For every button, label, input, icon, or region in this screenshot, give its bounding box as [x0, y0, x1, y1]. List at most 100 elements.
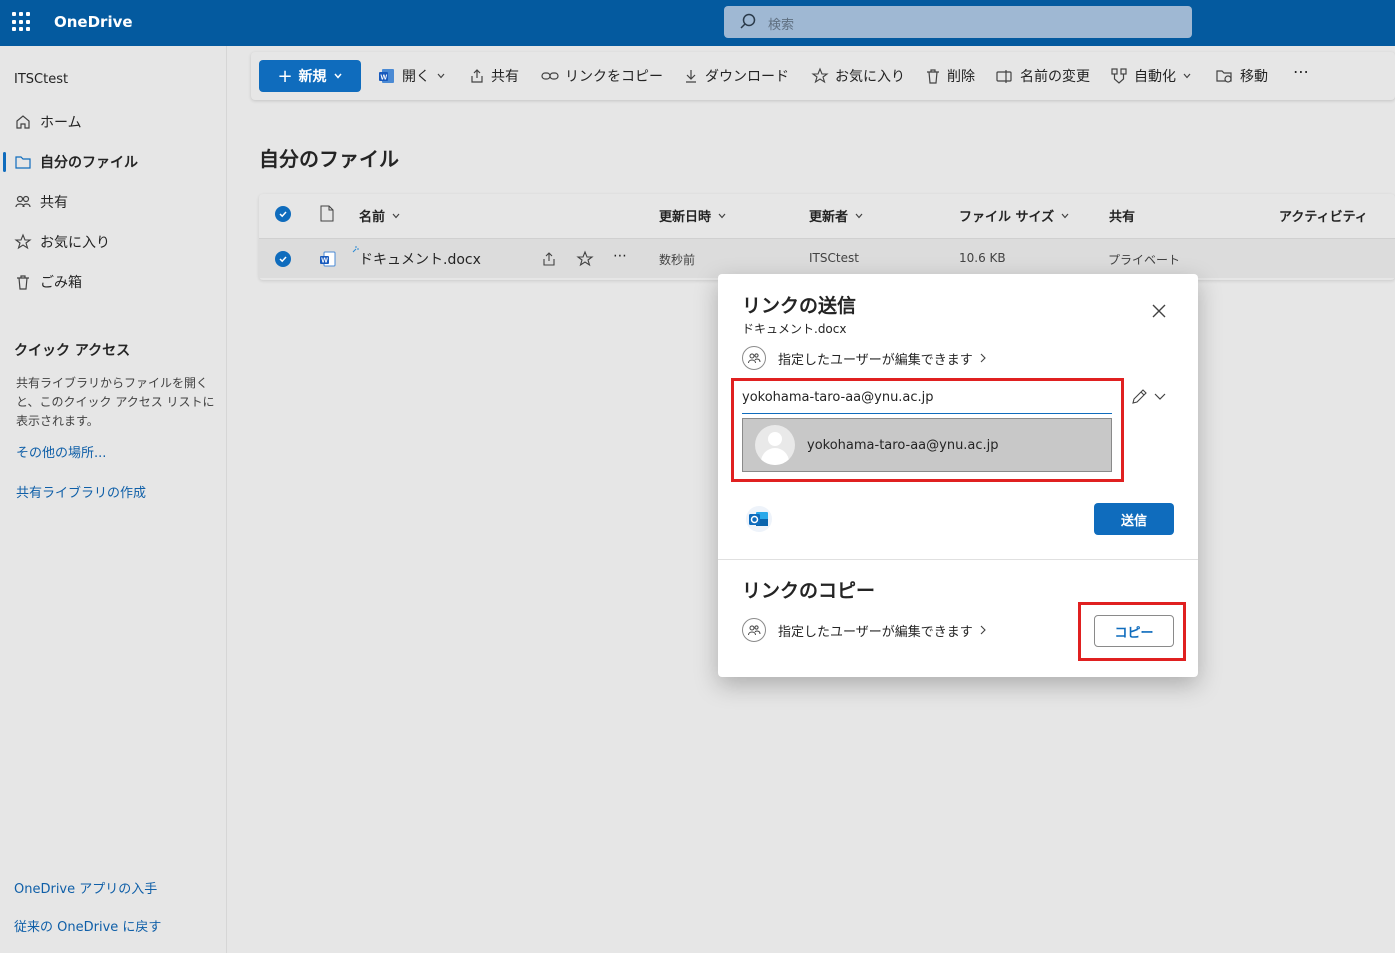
cell-sharing: プライベート — [1108, 253, 1181, 267]
share-button[interactable]: 共有 — [469, 66, 519, 86]
recipient-suggestion[interactable]: yokohama-taro-aa@ynu.ac.jp — [742, 418, 1112, 472]
column-header-sharing[interactable]: 共有 — [1109, 206, 1135, 225]
people-icon — [14, 193, 32, 211]
send-button[interactable]: 送信 — [1094, 503, 1174, 535]
chevron-down-icon — [717, 211, 727, 221]
rename-label: 名前の変更 — [1020, 69, 1090, 85]
command-bar: + 新規 W 開く 共有 リンクをコピー ダウンロード お気に入り 削除 名前の… — [251, 52, 1395, 100]
quick-access-title: クイック アクセス — [14, 343, 131, 359]
file-type-icon — [320, 205, 334, 226]
link-settings-button[interactable]: 指定したユーザーが編集できます — [742, 346, 987, 370]
nav-item-home[interactable]: ホーム — [0, 106, 226, 138]
column-header-modified[interactable]: 更新日時 — [659, 206, 727, 225]
chevron-down-icon[interactable] — [1153, 390, 1167, 408]
left-navigation: ITSCtest ホーム 自分のファイル 共有 お気に入り ごみ箱 クイック ア… — [0, 46, 227, 953]
automate-icon — [1110, 67, 1128, 85]
search-box[interactable]: 検索 — [724, 6, 1192, 38]
column-header-label: 更新日時 — [659, 210, 712, 225]
outlook-icon[interactable] — [746, 506, 772, 532]
row-more-button[interactable]: ⋯ — [613, 248, 627, 264]
create-library-link[interactable]: 共有ライブラリの作成 — [16, 482, 146, 501]
move-button[interactable]: 移動 — [1216, 66, 1268, 86]
open-label: 開く — [402, 69, 430, 85]
share-icon[interactable] — [541, 251, 557, 271]
new-button[interactable]: + 新規 — [259, 60, 361, 92]
delete-button[interactable]: 削除 — [925, 66, 975, 86]
close-icon[interactable] — [1150, 302, 1168, 320]
home-icon — [14, 113, 32, 131]
file-list: 名前 更新日時 更新者 ファイル サイズ 共有 アクティビティ W ドキュメント… — [259, 194, 1395, 280]
chevron-down-icon — [1182, 71, 1192, 81]
chevron-down-icon — [333, 71, 343, 81]
download-icon — [683, 68, 699, 84]
nav-item-my-files[interactable]: 自分のファイル — [0, 146, 226, 178]
column-header-modified-by[interactable]: 更新者 — [809, 206, 864, 225]
move-label: 移動 — [1240, 69, 1268, 85]
download-label: ダウンロード — [705, 69, 789, 85]
nav-item-label: お気に入り — [40, 235, 110, 251]
chevron-down-icon — [391, 211, 401, 221]
trash-icon — [925, 68, 941, 84]
favorite-button[interactable]: お気に入り — [811, 66, 905, 86]
select-all-checkbox[interactable] — [275, 206, 291, 222]
download-button[interactable]: ダウンロード — [683, 66, 789, 86]
nav-item-recycle-bin[interactable]: ごみ箱 — [0, 266, 226, 298]
rename-icon — [996, 68, 1014, 84]
back-to-classic-link[interactable]: 従来の OneDrive に戻す — [14, 916, 161, 935]
cell-modified: 数秒前 — [659, 253, 696, 267]
chevron-down-icon — [436, 71, 446, 81]
pencil-icon[interactable] — [1130, 388, 1148, 410]
chevron-down-icon — [1060, 211, 1070, 221]
recipient-input[interactable]: yokohama-taro-aa@ynu.ac.jp — [742, 386, 1112, 414]
dialog-file-name: ドキュメント.docx — [742, 322, 847, 336]
copy-link-section-title: リンクのコピー — [742, 580, 876, 602]
nav-item-favorites[interactable]: お気に入り — [0, 226, 226, 258]
permission-label: 指定したユーザーが編集できます — [778, 352, 973, 368]
send-link-dialog: リンクの送信 ドキュメント.docx 指定したユーザーが編集できます yokoh… — [718, 274, 1198, 677]
file-name-link[interactable]: ドキュメント.docx — [359, 249, 481, 269]
table-row[interactable]: W ドキュメント.docx ⋯ 数秒前 ITSCtest 10.6 KB プライ… — [259, 238, 1395, 278]
app-title[interactable]: OneDrive — [54, 13, 133, 31]
row-checkbox[interactable] — [275, 251, 291, 267]
nav-item-label: 共有 — [40, 195, 68, 211]
more-actions-button[interactable]: ⋯ — [1293, 62, 1309, 81]
suggestion-email: yokohama-taro-aa@ynu.ac.jp — [807, 437, 999, 453]
cell-modified-by: ITSCtest — [809, 251, 859, 265]
column-header-size[interactable]: ファイル サイズ — [959, 206, 1070, 225]
copy-link-label: リンクをコピー — [565, 69, 663, 85]
app-launcher-icon[interactable] — [12, 12, 32, 32]
move-folder-icon — [1216, 67, 1234, 85]
nav-item-label: ホーム — [40, 115, 82, 131]
plus-icon: + — [277, 65, 293, 87]
column-header-name[interactable]: 名前 — [359, 206, 401, 225]
share-icon — [469, 68, 485, 84]
cell-size: 10.6 KB — [959, 251, 1006, 265]
trash-icon — [14, 273, 32, 291]
dialog-divider — [718, 559, 1198, 560]
copy-link-settings-button[interactable]: 指定したユーザーが編集できます — [742, 618, 987, 642]
link-icon — [541, 68, 559, 84]
star-icon — [811, 67, 829, 85]
word-document-icon: W — [319, 250, 337, 272]
get-app-link[interactable]: OneDrive アプリの入手 — [14, 878, 157, 897]
automate-button[interactable]: 自動化 — [1110, 66, 1192, 86]
chevron-down-icon — [854, 211, 864, 221]
more-places-link[interactable]: その他の場所... — [16, 442, 106, 461]
star-icon — [14, 233, 32, 251]
rename-button[interactable]: 名前の変更 — [996, 66, 1090, 86]
share-label: 共有 — [491, 69, 519, 85]
svg-text:W: W — [321, 258, 328, 265]
nav-item-shared[interactable]: 共有 — [0, 186, 226, 218]
search-icon — [738, 12, 758, 36]
copy-link-button[interactable]: リンクをコピー — [541, 66, 663, 86]
chevron-right-icon — [979, 353, 987, 363]
svg-text:W: W — [381, 75, 388, 82]
column-header-activity[interactable]: アクティビティ — [1279, 206, 1368, 225]
copy-button[interactable]: コピー — [1094, 615, 1174, 647]
star-icon[interactable] — [576, 250, 594, 272]
nav-item-label: 自分のファイル — [40, 155, 138, 171]
avatar — [755, 425, 795, 465]
account-name: ITSCtest — [14, 72, 69, 87]
open-button[interactable]: W 開く — [378, 66, 446, 86]
word-icon: W — [378, 67, 396, 85]
